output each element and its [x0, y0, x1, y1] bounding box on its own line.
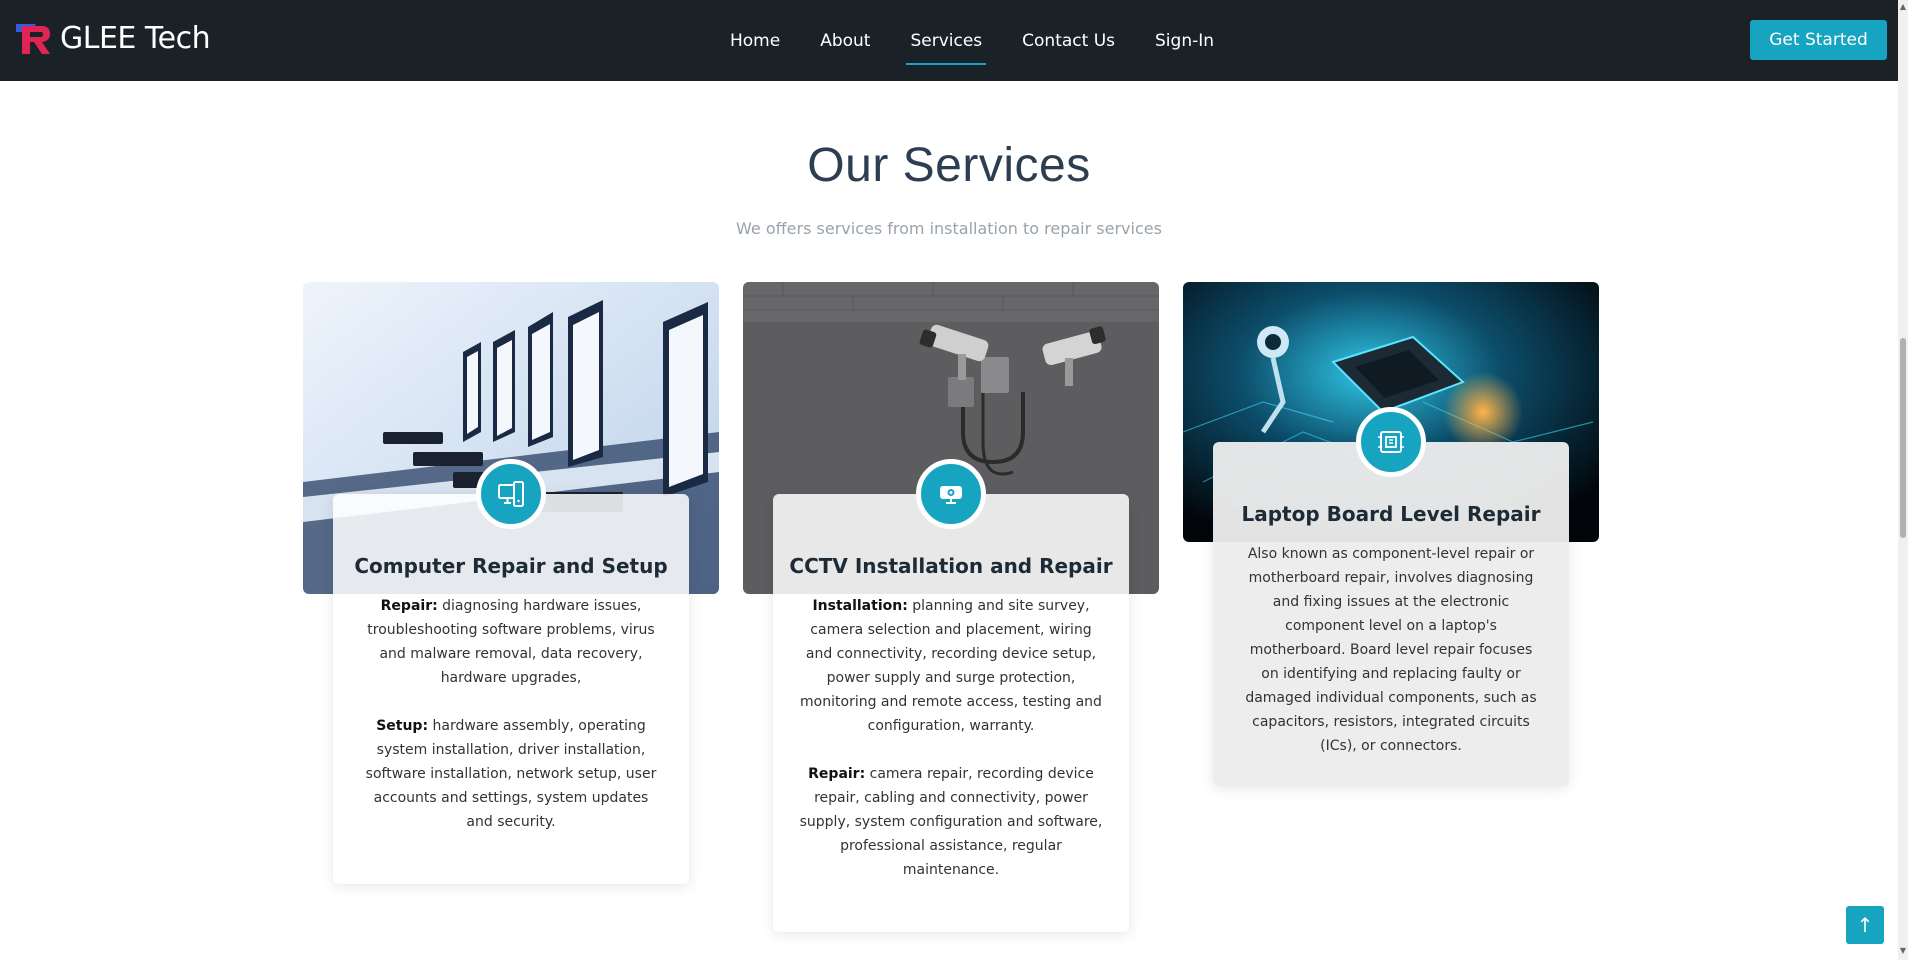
service-title: Laptop Board Level Repair	[1241, 502, 1541, 526]
service-paragraph-label: Repair:	[808, 766, 866, 782]
page-scrollbar[interactable]: ▲ ▼	[1898, 0, 1908, 960]
service-title: Computer Repair and Setup	[354, 554, 668, 578]
service-description: Repair: diagnosing hardware issues, trou…	[359, 594, 663, 834]
service-paragraph: Installation: planning and site survey, …	[799, 594, 1103, 738]
service-description: Also known as component-level repair or …	[1239, 542, 1543, 758]
service-paragraph-label: Installation:	[812, 598, 908, 614]
brand-name: GLEE Tech	[60, 20, 211, 56]
service-paragraph-label: Repair:	[380, 598, 438, 614]
section-title: Our Services	[807, 139, 1091, 192]
service-card-computer: Computer Repair and Setup Repair: diagno…	[333, 459, 689, 884]
site-header: GLEE Tech Home About Services Contact Us…	[0, 0, 1898, 81]
service-paragraph-text: Also known as component-level repair or …	[1245, 546, 1537, 754]
service-paragraph-label: Setup:	[376, 718, 429, 734]
nav-home[interactable]: Home	[730, 0, 780, 81]
scroll-down-arrow-icon[interactable]: ▼	[1899, 946, 1907, 956]
service-paragraph-text: camera repair, recording device repair, …	[799, 766, 1103, 878]
service-paragraph-text: planning and site survey, camera selecti…	[800, 598, 1102, 734]
service-paragraph: Setup: hardware assembly, operating syst…	[359, 714, 663, 834]
nav-about[interactable]: About	[820, 0, 870, 81]
service-card-cctv: CCTV Installation and Repair Installatio…	[773, 459, 1129, 932]
scroll-up-arrow-icon[interactable]: ▲	[1899, 2, 1907, 12]
service-icon-badge	[916, 459, 986, 529]
computer-icon	[498, 481, 524, 507]
glee-logo-icon	[16, 24, 50, 54]
service-icon-badge	[1356, 407, 1426, 477]
circuit-board-icon	[1378, 431, 1404, 453]
service-paragraph: Also known as component-level repair or …	[1239, 542, 1543, 758]
main-nav: Home About Services Contact Us Sign-In	[730, 0, 1254, 81]
scrollbar-thumb[interactable]	[1900, 338, 1906, 538]
service-card-laptop-board: Laptop Board Level Repair Also known as …	[1213, 407, 1569, 786]
nav-contact-us[interactable]: Contact Us	[1022, 0, 1115, 81]
service-paragraph: Repair: diagnosing hardware issues, trou…	[359, 594, 663, 690]
nav-services[interactable]: Services	[906, 0, 986, 81]
nav-sign-in[interactable]: Sign-In	[1155, 0, 1214, 81]
service-paragraph-text: hardware assembly, operating system inst…	[365, 718, 657, 830]
service-description: Installation: planning and site survey, …	[799, 594, 1103, 882]
service-title: CCTV Installation and Repair	[789, 554, 1113, 578]
service-icon-badge	[476, 459, 546, 529]
service-paragraph: Repair: camera repair, recording device …	[799, 762, 1103, 882]
arrow-up-icon: ↑	[1856, 913, 1874, 937]
back-to-top-button[interactable]: ↑	[1846, 906, 1884, 944]
brand-logo-link[interactable]: GLEE Tech	[14, 20, 211, 56]
get-started-button[interactable]: Get Started	[1750, 20, 1887, 60]
section-subtitle: We offers services from installation to …	[736, 219, 1162, 238]
cctv-icon	[940, 486, 962, 504]
